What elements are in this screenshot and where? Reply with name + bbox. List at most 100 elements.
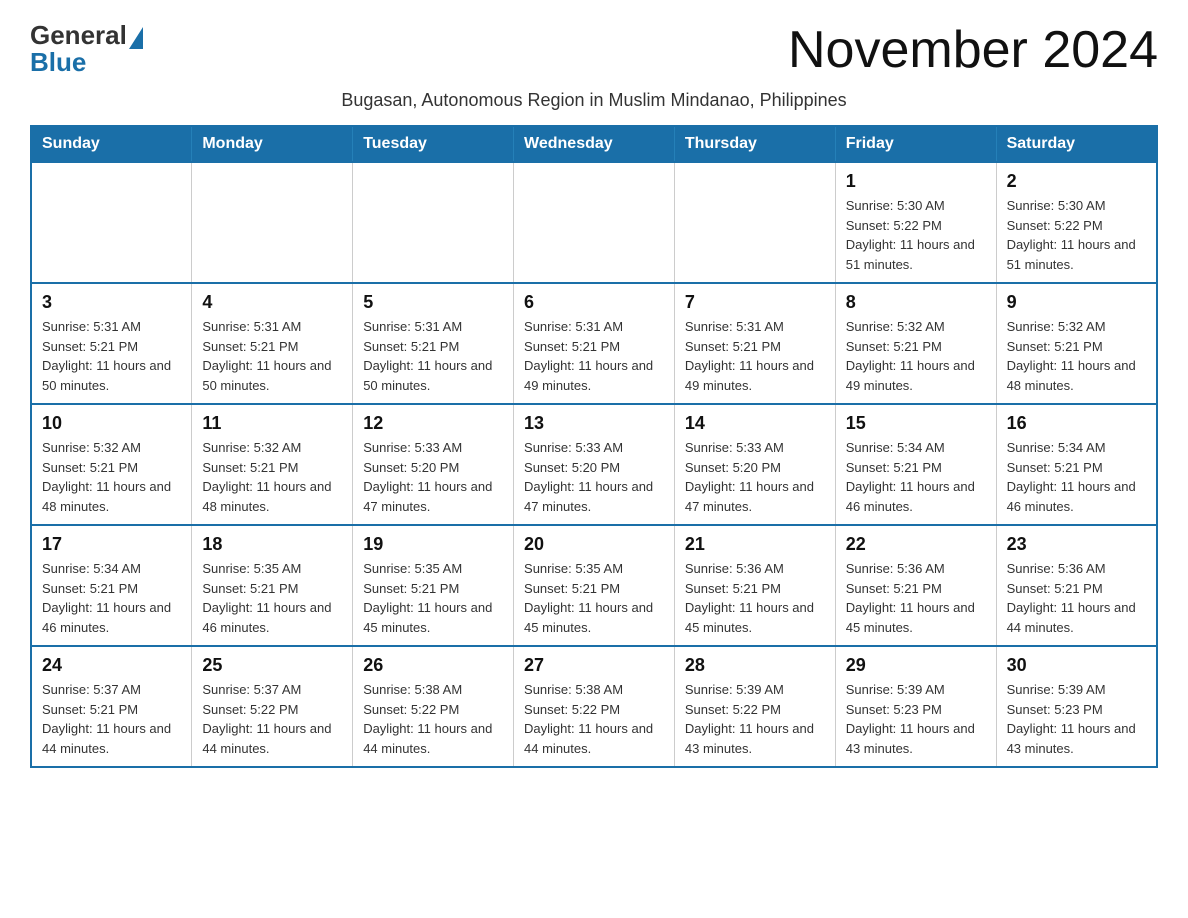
day-info: Sunrise: 5:37 AM Sunset: 5:22 PM Dayligh… bbox=[202, 680, 342, 758]
calendar-day-cell: 25Sunrise: 5:37 AM Sunset: 5:22 PM Dayli… bbox=[192, 646, 353, 767]
day-number: 30 bbox=[1007, 655, 1146, 676]
day-info: Sunrise: 5:30 AM Sunset: 5:22 PM Dayligh… bbox=[1007, 196, 1146, 274]
day-number: 17 bbox=[42, 534, 181, 555]
day-of-week-header: Monday bbox=[192, 126, 353, 162]
day-number: 24 bbox=[42, 655, 181, 676]
day-number: 26 bbox=[363, 655, 503, 676]
calendar-day-cell: 27 Sunrise: 5:38 AM Sunset: 5:22 PM Dayli… bbox=[514, 646, 675, 767]
day-number: 22 bbox=[846, 534, 986, 555]
calendar-day-cell: 6 Sunrise: 5:31 AM Sunset: 5:21 PM Daylig… bbox=[514, 283, 675, 404]
calendar-day-cell: 22 Sunrise: 5:36 AM Sunset: 5:21 PM Dayli… bbox=[835, 525, 996, 646]
logo-blue-text: Blue bbox=[30, 47, 86, 78]
calendar-day-cell: 20Sunrise: 5:35 AM Sunset: 5:21 PM Dayli… bbox=[514, 525, 675, 646]
day-info: Sunrise: 5:31 AM Sunset: 5:21 PM Dayligh… bbox=[524, 317, 664, 395]
calendar-day-cell: 15Sunrise: 5:34 AM Sunset: 5:21 PM Dayli… bbox=[835, 404, 996, 525]
calendar-week-row: 1 Sunrise: 5:30 AM Sunset: 5:22 PM Daylig… bbox=[31, 162, 1157, 283]
day-info: Sunrise: 5:32 AM Sunset: 5:21 PM Dayligh… bbox=[42, 438, 181, 516]
calendar-table: SundayMondayTuesdayWednesdayThursdayFrid… bbox=[30, 125, 1158, 768]
day-number: 29 bbox=[846, 655, 986, 676]
day-info: Sunrise: 5:36 AM Sunset: 5:21 PM Dayligh… bbox=[846, 559, 986, 637]
day-number: 5 bbox=[363, 292, 503, 313]
day-info: Sunrise: 5:32 AM Sunset: 5:21 PM Dayligh… bbox=[1007, 317, 1146, 395]
calendar-day-cell bbox=[514, 162, 675, 283]
day-info: Sunrise: 5:39 AM Sunset: 5:23 PM Dayligh… bbox=[846, 680, 986, 758]
day-info: Sunrise: 5:31 AM Sunset: 5:21 PM Dayligh… bbox=[42, 317, 181, 395]
calendar-day-cell: 2Sunrise: 5:30 AM Sunset: 5:22 PM Daylig… bbox=[996, 162, 1157, 283]
day-number: 6 bbox=[524, 292, 664, 313]
day-number: 1 bbox=[846, 171, 986, 192]
calendar-day-cell: 21 Sunrise: 5:36 AM Sunset: 5:21 PM Dayli… bbox=[674, 525, 835, 646]
calendar-week-row: 10 Sunrise: 5:32 AM Sunset: 5:21 PM Dayli… bbox=[31, 404, 1157, 525]
day-number: 4 bbox=[202, 292, 342, 313]
calendar-week-row: 24 Sunrise: 5:37 AM Sunset: 5:21 PM Dayli… bbox=[31, 646, 1157, 767]
day-info: Sunrise: 5:32 AM Sunset: 5:21 PM Dayligh… bbox=[202, 438, 342, 516]
calendar-day-cell: 1 Sunrise: 5:30 AM Sunset: 5:22 PM Daylig… bbox=[835, 162, 996, 283]
calendar-day-cell: 16 Sunrise: 5:34 AM Sunset: 5:21 PM Dayli… bbox=[996, 404, 1157, 525]
day-info: Sunrise: 5:34 AM Sunset: 5:21 PM Dayligh… bbox=[42, 559, 181, 637]
day-of-week-header: Thursday bbox=[674, 126, 835, 162]
day-number: 19 bbox=[363, 534, 503, 555]
page-header: General Blue November 2024 bbox=[30, 20, 1158, 80]
logo: General Blue bbox=[30, 20, 143, 78]
day-info: Sunrise: 5:33 AM Sunset: 5:20 PM Dayligh… bbox=[363, 438, 503, 516]
calendar-day-cell: 18 Sunrise: 5:35 AM Sunset: 5:21 PM Dayli… bbox=[192, 525, 353, 646]
day-info: Sunrise: 5:35 AM Sunset: 5:21 PM Dayligh… bbox=[202, 559, 342, 637]
day-number: 27 bbox=[524, 655, 664, 676]
day-info: Sunrise: 5:34 AM Sunset: 5:21 PM Dayligh… bbox=[1007, 438, 1146, 516]
day-info: Sunrise: 5:36 AM Sunset: 5:21 PM Dayligh… bbox=[1007, 559, 1146, 637]
day-info: Sunrise: 5:32 AM Sunset: 5:21 PM Dayligh… bbox=[846, 317, 986, 395]
day-of-week-header: Wednesday bbox=[514, 126, 675, 162]
day-number: 3 bbox=[42, 292, 181, 313]
calendar-day-cell: 10 Sunrise: 5:32 AM Sunset: 5:21 PM Dayli… bbox=[31, 404, 192, 525]
calendar-day-cell: 7 Sunrise: 5:31 AM Sunset: 5:21 PM Daylig… bbox=[674, 283, 835, 404]
day-info: Sunrise: 5:38 AM Sunset: 5:22 PM Dayligh… bbox=[363, 680, 503, 758]
calendar-day-cell: 5 Sunrise: 5:31 AM Sunset: 5:21 PM Daylig… bbox=[353, 283, 514, 404]
day-info: Sunrise: 5:35 AM Sunset: 5:21 PM Dayligh… bbox=[363, 559, 503, 637]
day-number: 23 bbox=[1007, 534, 1146, 555]
day-number: 7 bbox=[685, 292, 825, 313]
day-info: Sunrise: 5:34 AM Sunset: 5:21 PM Dayligh… bbox=[846, 438, 986, 516]
day-number: 12 bbox=[363, 413, 503, 434]
calendar-day-cell bbox=[192, 162, 353, 283]
logo-triangle-icon bbox=[129, 27, 143, 49]
day-info: Sunrise: 5:33 AM Sunset: 5:20 PM Dayligh… bbox=[685, 438, 825, 516]
calendar-header-row: SundayMondayTuesdayWednesdayThursdayFrid… bbox=[31, 126, 1157, 162]
calendar-week-row: 17 Sunrise: 5:34 AM Sunset: 5:21 PM Dayli… bbox=[31, 525, 1157, 646]
calendar-day-cell bbox=[353, 162, 514, 283]
calendar-day-cell: 30Sunrise: 5:39 AM Sunset: 5:23 PM Dayli… bbox=[996, 646, 1157, 767]
calendar-day-cell: 14 Sunrise: 5:33 AM Sunset: 5:20 PM Dayli… bbox=[674, 404, 835, 525]
day-info: Sunrise: 5:39 AM Sunset: 5:22 PM Dayligh… bbox=[685, 680, 825, 758]
day-number: 18 bbox=[202, 534, 342, 555]
day-info: Sunrise: 5:31 AM Sunset: 5:21 PM Dayligh… bbox=[202, 317, 342, 395]
calendar-week-row: 3 Sunrise: 5:31 AM Sunset: 5:21 PM Daylig… bbox=[31, 283, 1157, 404]
day-of-week-header: Tuesday bbox=[353, 126, 514, 162]
day-number: 8 bbox=[846, 292, 986, 313]
day-info: Sunrise: 5:30 AM Sunset: 5:22 PM Dayligh… bbox=[846, 196, 986, 274]
calendar-day-cell: 26 Sunrise: 5:38 AM Sunset: 5:22 PM Dayli… bbox=[353, 646, 514, 767]
day-number: 11 bbox=[202, 413, 342, 434]
day-info: Sunrise: 5:31 AM Sunset: 5:21 PM Dayligh… bbox=[685, 317, 825, 395]
day-number: 13 bbox=[524, 413, 664, 434]
calendar-day-cell: 19 Sunrise: 5:35 AM Sunset: 5:21 PM Dayli… bbox=[353, 525, 514, 646]
day-number: 9 bbox=[1007, 292, 1146, 313]
day-number: 14 bbox=[685, 413, 825, 434]
day-info: Sunrise: 5:31 AM Sunset: 5:21 PM Dayligh… bbox=[363, 317, 503, 395]
day-info: Sunrise: 5:37 AM Sunset: 5:21 PM Dayligh… bbox=[42, 680, 181, 758]
month-title: November 2024 bbox=[788, 20, 1158, 80]
calendar-day-cell: 23 Sunrise: 5:36 AM Sunset: 5:21 PM Dayli… bbox=[996, 525, 1157, 646]
day-number: 21 bbox=[685, 534, 825, 555]
day-number: 10 bbox=[42, 413, 181, 434]
calendar-day-cell: 3 Sunrise: 5:31 AM Sunset: 5:21 PM Daylig… bbox=[31, 283, 192, 404]
calendar-day-cell: 29 Sunrise: 5:39 AM Sunset: 5:23 PM Dayli… bbox=[835, 646, 996, 767]
calendar-day-cell bbox=[31, 162, 192, 283]
calendar-day-cell: 9 Sunrise: 5:32 AM Sunset: 5:21 PM Daylig… bbox=[996, 283, 1157, 404]
day-info: Sunrise: 5:38 AM Sunset: 5:22 PM Dayligh… bbox=[524, 680, 664, 758]
day-info: Sunrise: 5:33 AM Sunset: 5:20 PM Dayligh… bbox=[524, 438, 664, 516]
day-info: Sunrise: 5:35 AM Sunset: 5:21 PM Dayligh… bbox=[524, 559, 664, 637]
calendar-day-cell: 28Sunrise: 5:39 AM Sunset: 5:22 PM Dayli… bbox=[674, 646, 835, 767]
calendar-day-cell: 4 Sunrise: 5:31 AM Sunset: 5:21 PM Daylig… bbox=[192, 283, 353, 404]
day-info: Sunrise: 5:36 AM Sunset: 5:21 PM Dayligh… bbox=[685, 559, 825, 637]
calendar-day-cell: 8 Sunrise: 5:32 AM Sunset: 5:21 PM Daylig… bbox=[835, 283, 996, 404]
day-number: 16 bbox=[1007, 413, 1146, 434]
calendar-day-cell: 24 Sunrise: 5:37 AM Sunset: 5:21 PM Dayli… bbox=[31, 646, 192, 767]
